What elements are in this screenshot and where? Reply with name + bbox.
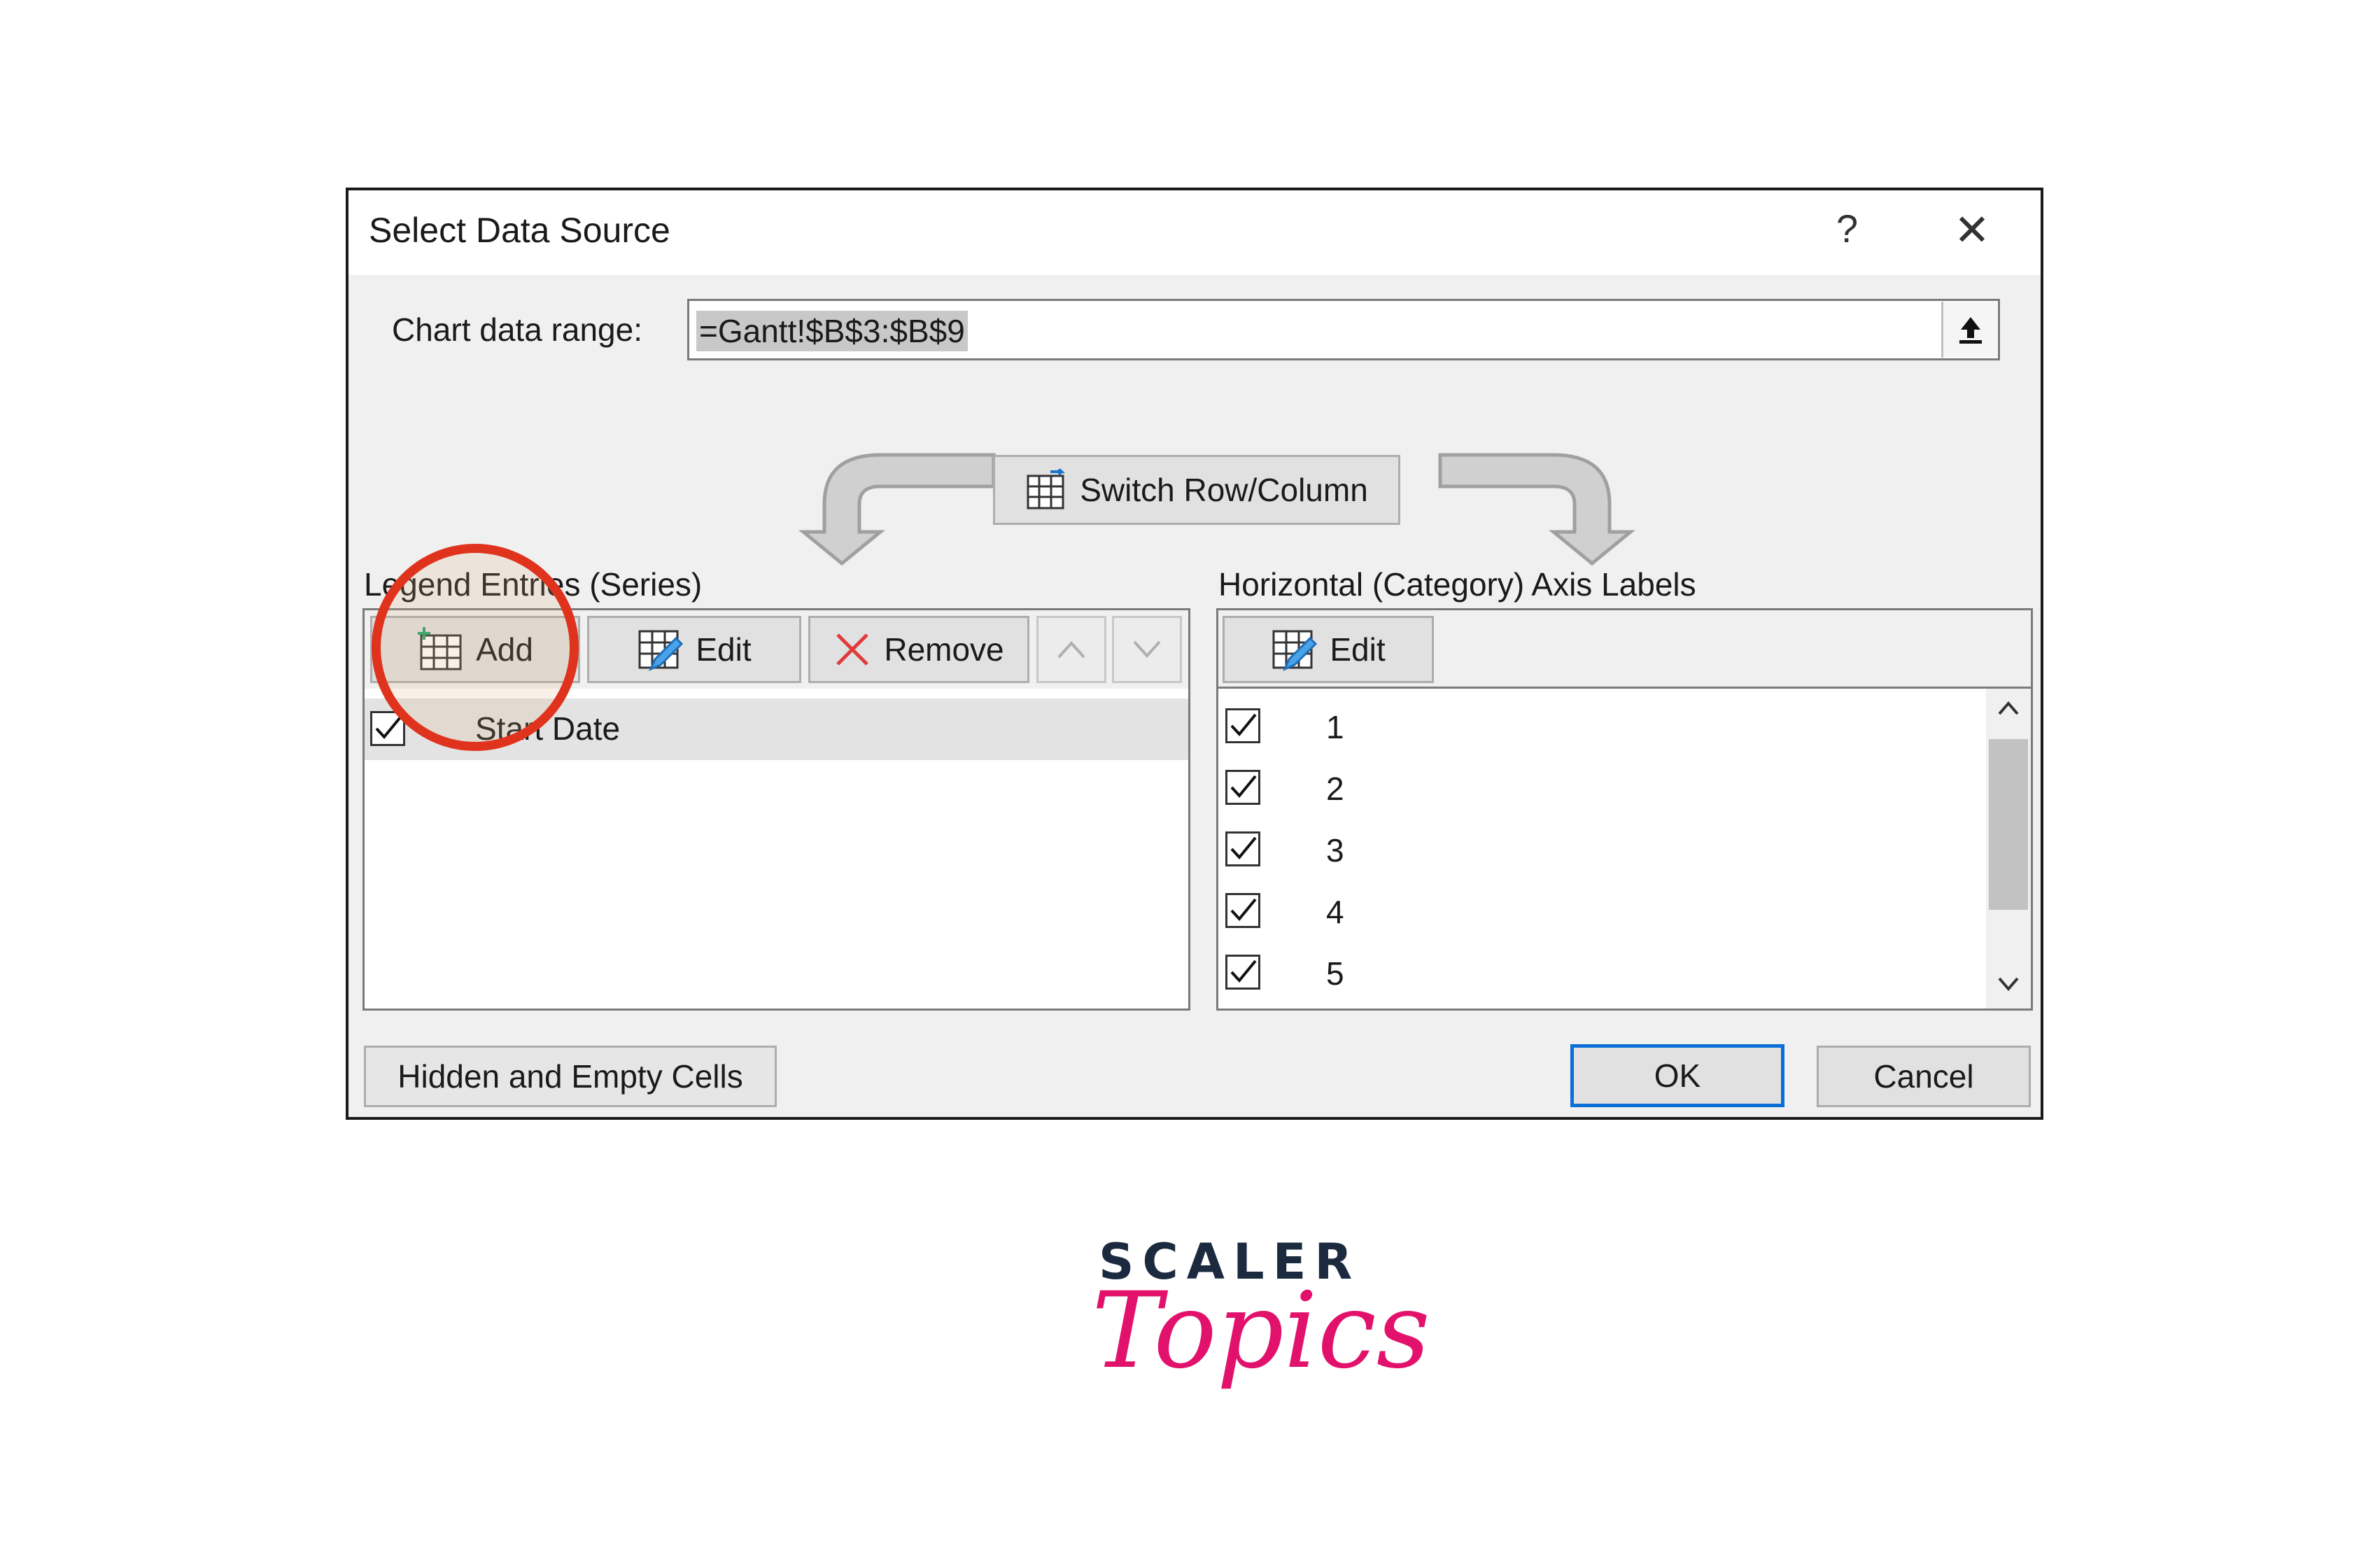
axis-label: 1: [1326, 709, 1344, 745]
axis-row[interactable]: 4: [1218, 883, 1974, 945]
title-bar: Select Data Source ? ✕: [348, 190, 2041, 275]
chevron-up-icon: [1057, 641, 1085, 659]
vertical-scrollbar[interactable]: [1986, 689, 2031, 1009]
chart-range-label: Chart data range:: [392, 311, 643, 348]
collapse-arrow-icon: [1959, 317, 1982, 344]
axis-labels-header: Horizontal (Category) Axis Labels: [1218, 566, 1696, 603]
cancel-label: Cancel: [1873, 1058, 1974, 1095]
edit-axis-label: Edit: [1330, 631, 1386, 668]
switch-row-column-label: Switch Row/Column: [1080, 472, 1368, 508]
edit-series-button[interactable]: Edit: [587, 616, 801, 683]
chart-range-input[interactable]: =Gantt!$B$3:$B$9: [687, 299, 2000, 360]
axis-row[interactable]: 1: [1218, 698, 1974, 760]
select-data-source-dialog: Select Data Source ? ✕ Chart data range:…: [346, 188, 2043, 1120]
axis-row[interactable]: 5: [1218, 945, 1974, 1006]
help-button[interactable]: ?: [1836, 206, 1858, 251]
remove-series-button[interactable]: Remove: [808, 616, 1029, 683]
axis-label: 4: [1326, 894, 1344, 930]
scrollbar-thumb[interactable]: [1989, 739, 2028, 910]
edit-axis-button[interactable]: Edit: [1223, 616, 1434, 683]
right-curved-arrow-icon: [1438, 453, 1636, 566]
axis-row[interactable]: 2: [1218, 760, 1974, 822]
axis-label: 3: [1326, 832, 1344, 869]
checkmark-icon: [1230, 836, 1257, 860]
switch-grid-icon: [1027, 469, 1066, 510]
ok-button[interactable]: OK: [1570, 1044, 1784, 1107]
axis-checkbox[interactable]: [1225, 770, 1260, 805]
edit-series-label: Edit: [696, 631, 752, 668]
scroll-up-icon[interactable]: [1997, 700, 2020, 717]
axis-checkbox[interactable]: [1225, 831, 1260, 866]
checkmark-icon: [1230, 898, 1257, 922]
axis-row[interactable]: 3: [1218, 822, 1974, 883]
cancel-button[interactable]: Cancel: [1817, 1046, 2031, 1107]
checkmark-icon: [1230, 775, 1257, 799]
hidden-empty-cells-label: Hidden and Empty Cells: [397, 1058, 743, 1095]
topics-logo-text: Topics: [1092, 1270, 1430, 1392]
scroll-down-icon[interactable]: [1997, 976, 2020, 992]
hidden-empty-cells-button[interactable]: Hidden and Empty Cells: [364, 1046, 777, 1107]
remove-x-icon: [836, 633, 869, 666]
close-button[interactable]: ✕: [1954, 204, 1990, 255]
highlight-circle: [372, 544, 579, 751]
edit-table-icon: [1272, 630, 1318, 671]
axis-label: 5: [1326, 955, 1344, 992]
ok-label: OK: [1654, 1057, 1701, 1094]
axis-checkbox[interactable]: [1225, 955, 1260, 990]
chart-range-value: =Gantt!$B$3:$B$9: [696, 311, 968, 351]
collapse-range-button[interactable]: [1941, 302, 1997, 358]
checkmark-icon: [375, 716, 402, 740]
switch-row-column-button[interactable]: Switch Row/Column: [993, 455, 1400, 525]
axis-checkbox[interactable]: [1225, 893, 1260, 928]
remove-series-label: Remove: [884, 631, 1004, 668]
move-down-button[interactable]: [1112, 616, 1182, 683]
checkmark-icon: [1230, 960, 1257, 983]
axis-labels-panel: Edit 1 2 3 4 5: [1216, 608, 2033, 1011]
chevron-down-icon: [1133, 640, 1161, 658]
axis-label: 2: [1326, 771, 1344, 807]
move-up-button[interactable]: [1036, 616, 1106, 683]
edit-table-icon: [638, 630, 684, 671]
dialog-title: Select Data Source: [369, 211, 670, 250]
left-curved-arrow-icon: [798, 453, 996, 566]
axis-checkbox[interactable]: [1225, 708, 1260, 743]
checkmark-icon: [1230, 713, 1257, 737]
